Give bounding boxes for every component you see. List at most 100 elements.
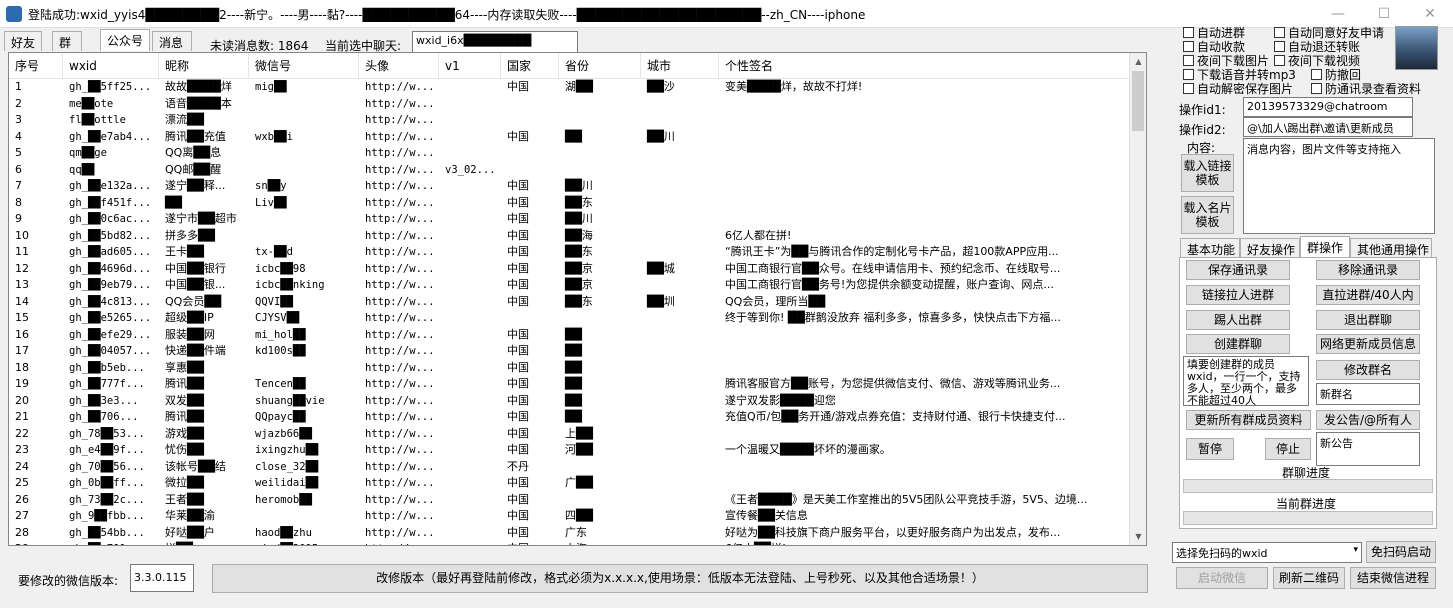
cell-col-signature: “腾讯王卡”为██与腾讯合作的定制化号卡产品，超100款APP应用... [725, 245, 1059, 258]
header-col-country[interactable]: 国家 [501, 53, 559, 79]
prevent-contact-view-checkbox[interactable]: 防通讯录查看资料 [1311, 83, 1421, 97]
auto-refund-checkbox[interactable]: 自动退还转账 [1274, 41, 1360, 55]
tab-messages[interactable]: 消息 [152, 31, 192, 51]
auto-receive-checkbox[interactable]: 自动收款 [1183, 41, 1245, 55]
table-row[interactable]: 3 fl██ottle 漂流██ http://w... [9, 112, 1131, 129]
table-row[interactable]: 24 gh_70██56... 该帐号██结 close_32██ http://w..… [9, 459, 1131, 476]
header-col-index[interactable]: 序号 [9, 53, 63, 79]
close-button[interactable]: ✕ [1407, 0, 1453, 28]
minimize-button[interactable]: — [1315, 0, 1361, 28]
cell-col-signature: 6亿人██拼! [719, 541, 1131, 545]
auto-accept-friend-checkbox[interactable]: 自动同意好友申请 [1274, 27, 1384, 41]
table-row[interactable]: 5 qm██ge QQ离██息 http://w... [9, 145, 1131, 162]
new-group-name-input[interactable]: 新群名 [1316, 383, 1420, 405]
table-row[interactable]: 1 gh_██5ff25... 故故████烊 mig██ http://w... 中国 湖… [9, 79, 1131, 96]
table-row[interactable]: 15 gh_██e5265... 超级██IP CJYSV██ http://w... 终… [9, 310, 1131, 327]
tab-group-ops[interactable]: 群操作 [1300, 236, 1350, 258]
table-row[interactable]: 29gh_██a791...拼██pind██2015http://w... 中国… [9, 541, 1131, 545]
table-row[interactable]: 11 gh_██ad605... 王卡██ tx-██d http://w... 中国 ██… [9, 244, 1131, 261]
member-wxid-textarea[interactable]: 填要创建群的成员wxid，一行一个，支持多人，至少两个，最多不能超过40人 [1183, 356, 1309, 406]
night-download-video-checkbox[interactable]: 夜间下载视频 [1274, 55, 1360, 69]
quit-group-button[interactable]: 退出群聊 [1316, 310, 1420, 330]
table-row[interactable]: 25 gh_0b██ff... 微拉██ weilidai██ http://w... 中… [9, 475, 1131, 492]
table-row[interactable]: 7 gh_██e132a... 遂宁██释... sn██y http://w... 中国… [9, 178, 1131, 195]
remove-contacts-button[interactable]: 移除通讯录 [1316, 260, 1420, 280]
night-download-image-checkbox[interactable]: 夜间下载图片 [1183, 55, 1269, 69]
table-row[interactable]: 12 gh_██4696d... 中国██银行 icbc██98 http://w...… [9, 261, 1131, 278]
cell-col-nickname: 遂宁市██超市 [165, 212, 237, 225]
rename-group-button[interactable]: 修改群名 [1316, 360, 1420, 380]
tab-other-ops[interactable]: 其他通用操作 [1350, 238, 1432, 258]
table-row[interactable]: 17 gh_██04057... 快递██件端 kd100s██ http://w...… [9, 343, 1131, 360]
table-row[interactable]: 18 gh_██b5eb... 享惠██ http://w... 中国 ██ [9, 360, 1131, 377]
table-row[interactable]: 19 gh_██777f... 腾讯██ Tencen██ http://w... 中国 █… [9, 376, 1131, 393]
content-textarea[interactable]: 消息内容，图片文件等支持拖入 [1243, 138, 1435, 234]
table-row[interactable]: 10 gh_██5bd82... 拼多多██ http://w... 中国 ██海 6亿人都… [9, 228, 1131, 245]
update-all-members-button[interactable]: 更新所有群成员资料 [1186, 410, 1311, 430]
direct-pull-button[interactable]: 直拉进群/40人内 [1316, 285, 1420, 305]
tab-groups[interactable]: 群 [52, 31, 82, 51]
tab-friends[interactable]: 好友 [4, 31, 42, 51]
table-row[interactable]: 27 gh_9██fbb... 华莱██渝 http://w... 中国 四██ 宣传餐██… [9, 508, 1131, 525]
new-notice-input[interactable]: 新公告 [1316, 432, 1420, 466]
table-row[interactable]: 13 gh_██9eb79... 中国██银... icbc██nking http:/… [9, 277, 1131, 294]
cell-col-city [641, 327, 719, 343]
header-col-v1[interactable]: v1 [439, 53, 501, 79]
table-row[interactable]: 4 gh_██e7ab4... 腾讯██充值 wxb██i http://w... 中国 █… [9, 129, 1131, 146]
refresh-qr-button[interactable]: 刷新二维码 [1273, 567, 1345, 589]
header-col-city[interactable]: 城市 [641, 53, 719, 79]
start-wechat-button[interactable]: 启动微信 [1176, 567, 1268, 589]
header-col-wxid[interactable]: wxid [63, 53, 159, 79]
link-pull-button[interactable]: 链接拉人进群 [1186, 285, 1290, 305]
table-row[interactable]: 16 gh_██efe29... 服装██网 mi_hol██ http://w... 中… [9, 327, 1131, 344]
qr-free-start-button[interactable]: 免扫码启动 [1366, 541, 1436, 563]
vertical-scrollbar[interactable]: ▲ ▼ [1129, 53, 1146, 545]
version-input[interactable]: 3.3.0.115 [130, 564, 194, 592]
header-col-nickname[interactable]: 昵称 [159, 53, 249, 79]
table-row[interactable]: 9 gh_██0c6ac... 遂宁市██超市 http://w... 中国 ██川 [9, 211, 1131, 228]
tab-friend-ops[interactable]: 好友操作 [1240, 238, 1300, 258]
cell-col-wxid: gh_██9eb79... [69, 279, 152, 291]
end-wechat-button[interactable]: 结束微信进程 [1350, 567, 1436, 589]
tab-basic[interactable]: 基本功能 [1180, 238, 1240, 258]
table-row[interactable]: 8 gh_██f451f... ██ Liv██ http://w... 中国 ██东 [9, 195, 1131, 212]
auto-decrypt-image-checkbox[interactable]: 自动解密保存图片 [1183, 83, 1293, 97]
scroll-up-icon[interactable]: ▲ [1130, 53, 1146, 70]
checkbox-icon [1311, 83, 1322, 94]
announce-button[interactable]: 发公告/@所有人 [1316, 410, 1420, 430]
select-wxid-dropdown[interactable]: 选择免扫码的wxid ▾ [1172, 542, 1362, 563]
modify-version-button[interactable]: 改修版本（最好再登陆前修改，格式必须为x.x.x.x,使用场景：低版本无法登陆、… [212, 564, 1148, 593]
load-card-template-button[interactable]: 载入名片模板 [1181, 196, 1234, 234]
table-row[interactable]: 21 gh_██706... 腾讯██ QQpayc██ http://w... 中国 ██… [9, 409, 1131, 426]
header-col-province[interactable]: 省份 [559, 53, 641, 79]
refresh-members-button[interactable]: 网络更新成员信息 [1316, 334, 1420, 354]
cell-col-wxid: gh_██54bb... [69, 526, 145, 539]
download-voice-checkbox[interactable]: 下载语音并转mp3 [1183, 69, 1296, 83]
table-row[interactable]: 2 me██ote 语音████本 http://w... [9, 96, 1131, 113]
table-row[interactable]: 28 gh_██54bb... 好哒██户 haod██zhu http://w... 中… [9, 525, 1131, 542]
stop-button[interactable]: 停止 [1265, 438, 1311, 460]
pause-button[interactable]: 暂停 [1186, 438, 1234, 460]
auto-join-group-checkbox[interactable]: 自动进群 [1183, 27, 1245, 41]
id2-input[interactable]: @\加人\踢出群\邀请\更新成员 [1243, 117, 1413, 137]
header-col-wechat-id[interactable]: 微信号 [249, 53, 359, 79]
scroll-down-icon[interactable]: ▼ [1130, 528, 1146, 545]
create-group-button[interactable]: 创建群聊 [1186, 334, 1290, 354]
current-chat-field[interactable]: wxid_i6x████████ [412, 31, 578, 53]
maximize-button[interactable]: ☐ [1361, 0, 1407, 28]
save-contacts-button[interactable]: 保存通讯录 [1186, 260, 1290, 280]
table-row[interactable]: 26 gh_73██2c... 王者██ heromob██ http://w... 中国… [9, 492, 1131, 509]
table-row[interactable]: 23 gh_e4██9f... 忧伤██ ixingzhu██ http://w... 中… [9, 442, 1131, 459]
table-row[interactable]: 20 gh_██3e3... 双发██ shuang██vie http://w... 中… [9, 393, 1131, 410]
scroll-thumb[interactable] [1132, 71, 1144, 131]
table-row[interactable]: 14 gh_██4c813... QQ会员██ QQVI██ http://w... 中国… [9, 294, 1131, 311]
header-col-avatar[interactable]: 头像 [359, 53, 439, 79]
tab-official-accounts[interactable]: 公众号 [100, 29, 150, 51]
load-link-template-button[interactable]: 载入链接模板 [1181, 154, 1234, 192]
id1-input[interactable]: 20139573329@chatroom [1243, 97, 1413, 117]
anti-recall-checkbox[interactable]: 防撤回 [1311, 69, 1361, 83]
table-row[interactable]: 6 qq██ QQ邮██醒 http://w... v3_02... [9, 162, 1131, 179]
kick-member-button[interactable]: 踢人出群 [1186, 310, 1290, 330]
table-row[interactable]: 22 gh_78██53... 游戏██ wjazb66██ http://w... 中国… [9, 426, 1131, 443]
header-col-signature[interactable]: 个性签名 [719, 53, 1131, 79]
